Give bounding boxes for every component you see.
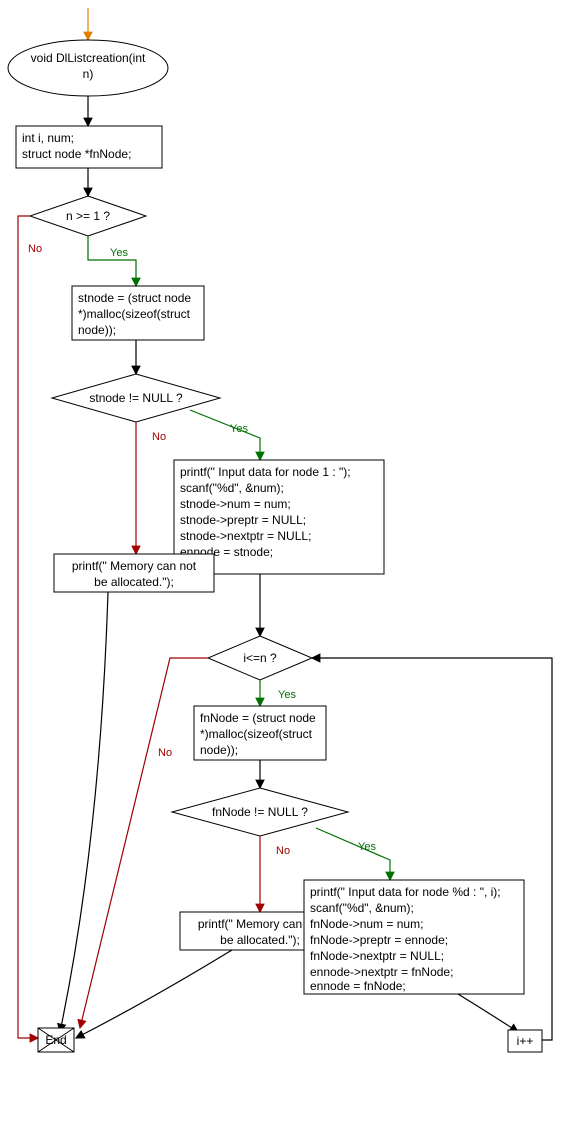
fn-sig-line2: n) — [83, 67, 94, 81]
loopcond-text: i<=n ? — [243, 651, 277, 665]
fn-sig-line1: void DlListcreation(int — [31, 51, 146, 65]
lbl-yes-4: Yes — [358, 841, 376, 853]
memfail1-b: be allocated."); — [94, 575, 174, 589]
lb-2: fnNode->num = num; — [310, 917, 423, 931]
lbl-no-1: No — [28, 243, 42, 255]
lb-3: fnNode->preptr = ennode; — [310, 933, 448, 947]
alloc-st-2: node)); — [78, 323, 116, 337]
lb-6: ennode = fnNode; — [310, 979, 406, 993]
lbl-no-3: No — [158, 747, 172, 759]
inc-text: i++ — [517, 1034, 534, 1048]
lb-4: fnNode->nextptr = NULL; — [310, 949, 444, 963]
init-4: stnode->nextptr = NULL; — [180, 529, 311, 543]
cond1-text: n >= 1 ? — [66, 209, 110, 223]
alloc-fn-1: *)malloc(sizeof(struct — [200, 727, 313, 741]
decl-line-0: int i, num; — [22, 131, 74, 145]
memfail1-a: printf(" Memory can not — [72, 559, 197, 573]
lbl-no-2: No — [152, 431, 166, 443]
end-text: End — [45, 1033, 66, 1047]
init-2: stnode->num = num; — [180, 497, 291, 511]
init-3: stnode->preptr = NULL; — [180, 513, 306, 527]
lbl-yes-2: Yes — [230, 423, 248, 435]
lb-0: printf(" Input data for node %d : ", i); — [310, 885, 501, 899]
decl-line-1: struct node *fnNode; — [22, 147, 131, 161]
lb-5: ennode->nextptr = fnNode; — [310, 965, 453, 979]
cond4-text: fnNode != NULL ? — [212, 805, 308, 819]
lbl-no-4: No — [276, 845, 290, 857]
alloc-fn-0: fnNode = (struct node — [200, 711, 316, 725]
init-0: printf(" Input data for node 1 : "); — [180, 465, 351, 479]
lbl-yes-1: Yes — [110, 247, 128, 259]
flowchart-svg: void DlListcreation(int n) int i, num; s… — [0, 0, 565, 1121]
alloc-st-0: stnode = (struct node — [78, 291, 191, 305]
lb-1: scanf("%d", &num); — [310, 901, 414, 915]
init-1: scanf("%d", &num); — [180, 481, 284, 495]
memfail2-b: be allocated."); — [220, 933, 300, 947]
cond2-text: stnode != NULL ? — [89, 391, 183, 405]
alloc-st-1: *)malloc(sizeof(struct — [78, 307, 191, 321]
alloc-fn-2: node)); — [200, 743, 238, 757]
lbl-yes-3: Yes — [278, 689, 296, 701]
